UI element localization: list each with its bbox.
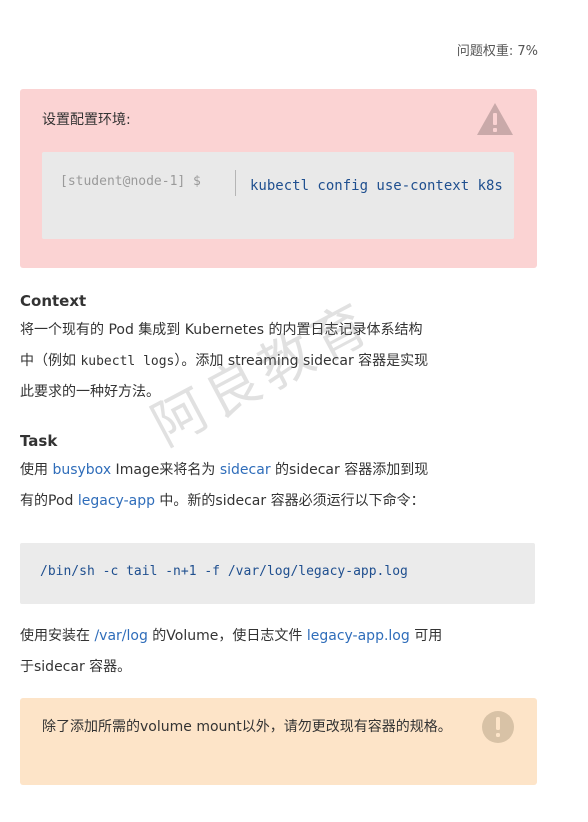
volume-paragraph: 使用安装在 /var/log 的Volume，使日志文件 legacy-app.…: [20, 621, 540, 683]
link-legacy-app-log[interactable]: legacy-app.log: [307, 628, 410, 644]
link-var-log[interactable]: /var/log: [94, 628, 147, 644]
volume-line-2: 于sidecar 容器。: [20, 659, 132, 675]
link-legacy-app[interactable]: legacy-app: [78, 493, 155, 509]
context-line-3: 此要求的一种好方法。: [20, 384, 160, 400]
setup-title: 设置配置环境:: [42, 112, 131, 128]
exclamation-icon: [482, 711, 514, 743]
inline-code: kubectl logs: [80, 354, 175, 369]
task-heading: Task: [20, 432, 58, 450]
question-weight: 问题权重: 7%: [456, 44, 538, 59]
note-box: 除了添加所需的volume mount以外，请勿更改现有容器的规格。: [20, 698, 537, 785]
link-busybox[interactable]: busybox: [52, 462, 111, 478]
task-line-2: 有的Pod legacy-app 中。新的sidecar 容器必须运行以下命令：: [20, 493, 425, 509]
volume-line-1: 使用安装在 /var/log 的Volume，使日志文件 legacy-app.…: [20, 628, 443, 644]
command-box: [student@node-1] $ kubectl config use-co…: [42, 152, 514, 239]
shell-prompt: [student@node-1] $: [60, 174, 201, 189]
warning-icon: [477, 103, 513, 135]
sidecar-command-block: /bin/sh -c tail -n+1 -f /var/log/legacy-…: [20, 543, 535, 604]
task-line-1: 使用 busybox Image来将名为 sidecar 的sidecar 容器…: [20, 462, 429, 478]
link-sidecar[interactable]: sidecar: [220, 462, 271, 478]
setup-environment-box: 设置配置环境: [student@node-1] $ kubectl confi…: [20, 89, 537, 268]
setup-command[interactable]: kubectl config use-context k8s: [250, 173, 505, 199]
context-line-2: 中（例如 kubectl logs）。添加 streaming sidecar …: [20, 353, 429, 369]
prompt-divider: [235, 170, 236, 196]
sidecar-command[interactable]: /bin/sh -c tail -n+1 -f /var/log/legacy-…: [40, 564, 408, 579]
context-paragraph: 将一个现有的 Pod 集成到 Kubernetes 的内置日志记录体系结构 中（…: [20, 315, 540, 408]
context-heading: Context: [20, 292, 87, 310]
task-paragraph: 使用 busybox Image来将名为 sidecar 的sidecar 容器…: [20, 455, 540, 517]
note-text: 除了添加所需的volume mount以外，请勿更改现有容器的规格。: [42, 719, 452, 735]
context-line-1: 将一个现有的 Pod 集成到 Kubernetes 的内置日志记录体系结构: [20, 322, 423, 338]
